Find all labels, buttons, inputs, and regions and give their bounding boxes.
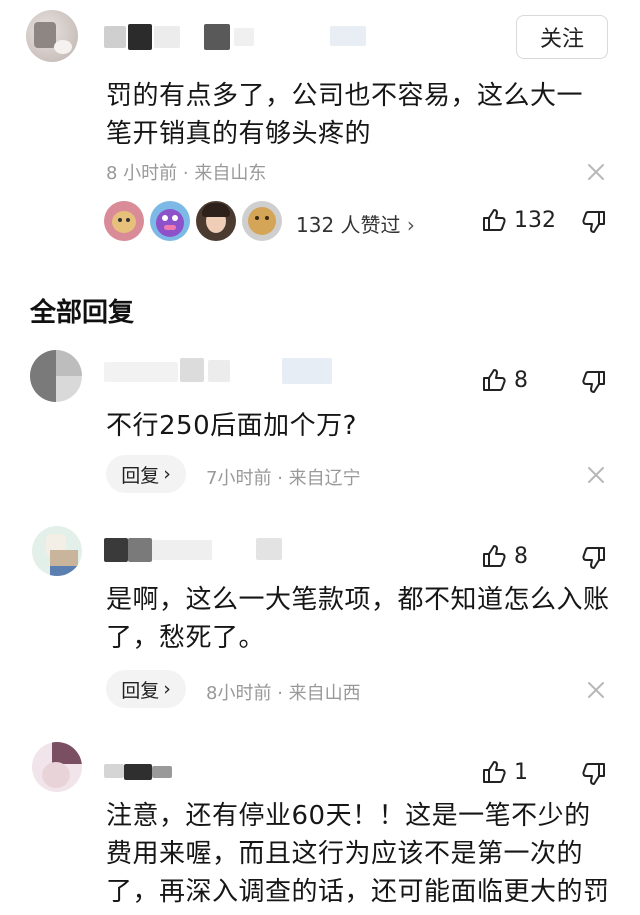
user-avatar[interactable] — [32, 742, 82, 792]
reply-text-line-2: 了，愁死了。 — [106, 623, 266, 653]
follow-button[interactable]: 关注 — [516, 15, 608, 59]
thumbs-down-icon[interactable] — [580, 368, 608, 396]
meta-dot: · — [277, 468, 289, 489]
like-count: 8 — [514, 543, 528, 569]
reply-time: 7小时前 — [206, 468, 272, 489]
reply-text-line-3: 了，再深入调查的话，还可能面临更大的罚 — [106, 877, 610, 907]
reply-meta: 7小时前 · 来自辽宁 — [206, 464, 361, 490]
close-icon[interactable] — [585, 679, 607, 701]
chevron-right-icon: › — [406, 213, 415, 237]
comment-text-line-2: 笔开销真的有够头疼的 — [106, 119, 372, 149]
chevron-right-icon: › — [163, 463, 171, 485]
user-avatar[interactable] — [32, 526, 82, 576]
comment-location: 来自山东 — [194, 163, 267, 184]
like-count: 8 — [514, 367, 528, 393]
reply-button-label: 回复 — [121, 679, 160, 702]
like-button[interactable]: 132 — [480, 206, 556, 234]
meta-dot: · — [182, 163, 195, 184]
liker-avatar[interactable] — [242, 201, 282, 241]
like-count: 1 — [514, 759, 528, 785]
thumbs-down-icon[interactable] — [580, 208, 608, 236]
replies-section-title: 全部回复 — [30, 298, 135, 328]
user-avatar[interactable] — [30, 350, 82, 402]
thumbs-up-icon — [483, 761, 506, 783]
close-icon[interactable] — [585, 464, 607, 486]
comment-meta: 8 小时前 · 来自山东 — [106, 159, 266, 185]
thumbs-down-icon[interactable] — [580, 760, 608, 788]
likers-count-text: 132 人赞过 — [296, 213, 401, 237]
chevron-right-icon: › — [163, 678, 171, 700]
thumbs-up-icon — [483, 369, 506, 391]
like-button[interactable]: 8 — [480, 366, 528, 394]
reply-time: 8小时前 — [206, 683, 272, 704]
liker-avatar[interactable] — [196, 201, 236, 241]
thumbs-down-icon[interactable] — [580, 544, 608, 572]
reply-location: 来自山西 — [288, 683, 361, 704]
reply-text-line-1: 注意，还有停业60天！！这是一笔不少的 — [106, 801, 591, 831]
comment-text-line-1: 罚的有点多了，公司也不容易，这么大一 — [106, 81, 584, 111]
thumbs-up-icon — [483, 209, 506, 231]
comment-time: 8 小时前 — [106, 163, 178, 184]
likers-summary-link[interactable]: 132 人赞过 › — [296, 209, 415, 238]
like-button[interactable]: 8 — [480, 542, 528, 570]
liker-avatar[interactable] — [150, 201, 190, 241]
reply-button[interactable]: 回复 › — [106, 670, 186, 708]
reply-location: 来自辽宁 — [288, 468, 361, 489]
reply-button-label: 回复 — [121, 464, 160, 487]
like-button[interactable]: 1 — [480, 758, 528, 786]
close-icon[interactable] — [585, 161, 607, 183]
reply-text-line-2: 费用来喔，而且这行为应该不是第一次的 — [106, 839, 584, 869]
reply-text-line-1: 是啊，这么一大笔款项，都不知道怎么入账 — [106, 585, 610, 615]
reply-button[interactable]: 回复 › — [106, 455, 186, 493]
thumbs-up-icon — [483, 545, 506, 567]
reply-meta: 8小时前 · 来自山西 — [206, 679, 361, 705]
liker-avatar[interactable] — [104, 201, 144, 241]
user-avatar[interactable] — [26, 10, 78, 62]
meta-dot: · — [277, 683, 289, 704]
like-count: 132 — [514, 207, 556, 233]
reply-text: 不行250后面加个万? — [106, 411, 357, 441]
